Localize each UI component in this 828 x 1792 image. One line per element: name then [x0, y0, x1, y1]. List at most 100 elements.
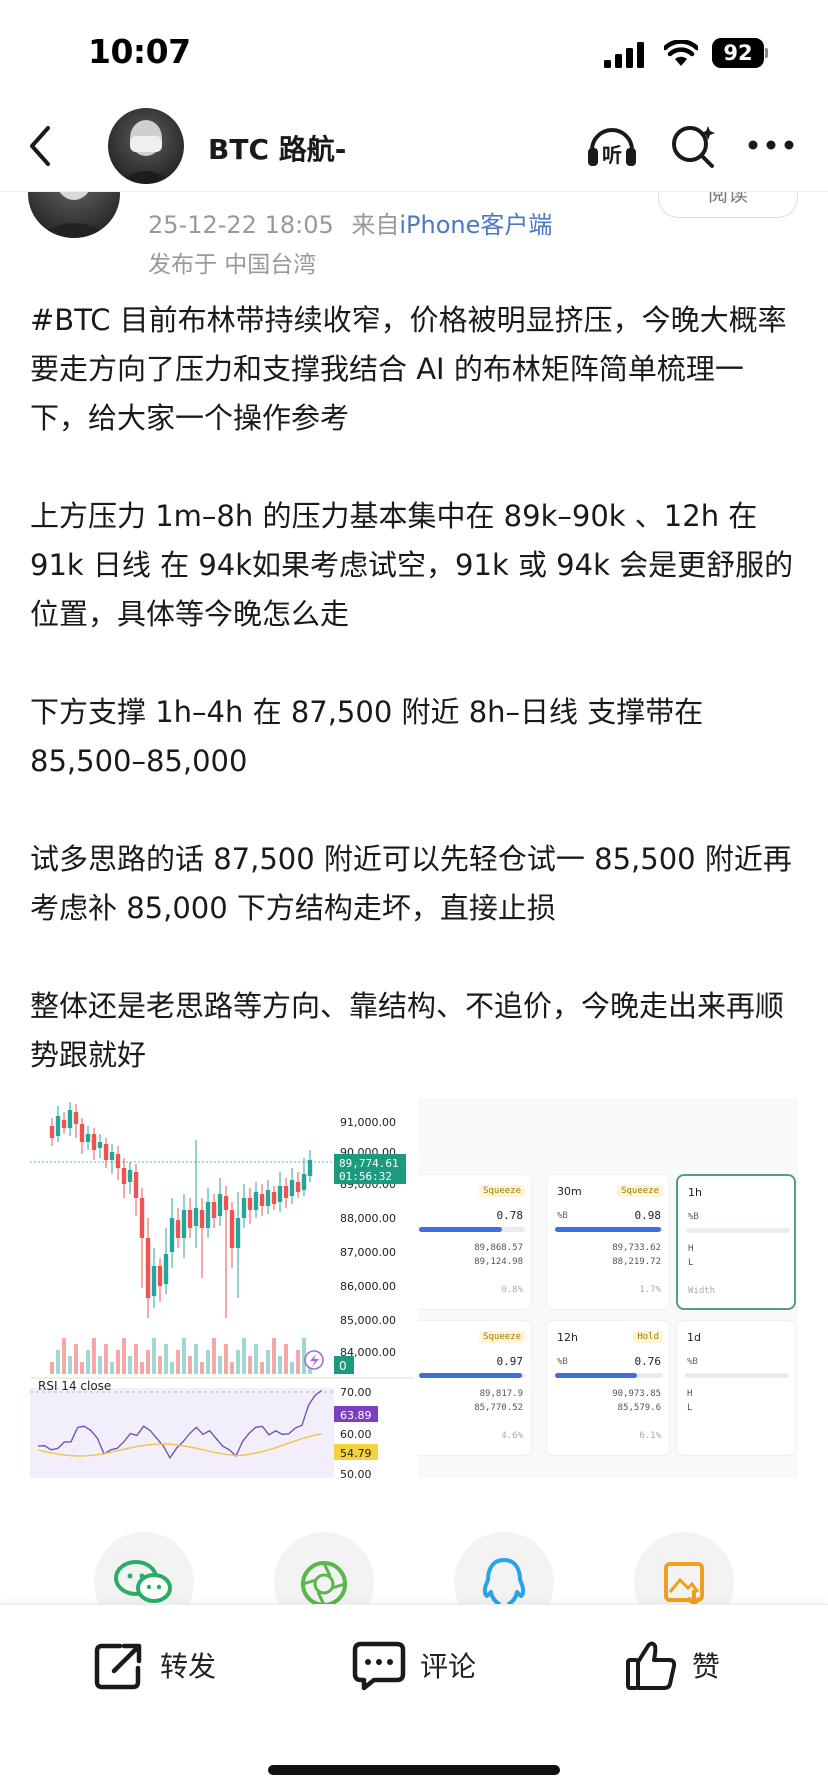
battery-icon: 92	[712, 38, 768, 68]
volume-bar	[152, 1338, 156, 1374]
volume-bar	[230, 1362, 234, 1374]
card-value: 0.97	[496, 1355, 524, 1368]
card-high: 90,973.85	[612, 1389, 661, 1399]
repost-button[interactable]: 转发	[92, 1635, 216, 1695]
volume-bar	[260, 1362, 264, 1374]
post-timestamp: 25-12-22 18:05	[148, 211, 334, 239]
price-tick: 86,000.00	[340, 1280, 396, 1293]
candle	[61, 1120, 67, 1128]
candle	[289, 1180, 295, 1196]
post-paragraph: 整体还是老思路等方向、靠结构、不追价，今晚走出来再顺势跟就好	[30, 989, 785, 1072]
matrix-card: 12h Hold %B 0.76 90,973.85 85,579.6 6.1%	[546, 1320, 670, 1456]
candle	[139, 1198, 145, 1238]
battery-level: 92	[723, 41, 753, 65]
post-meta: 25-12-22 18:05 来自iPhone客户端	[148, 205, 552, 240]
signal-icon	[604, 42, 644, 68]
candle	[151, 1266, 157, 1296]
rsi-label: RSI 14 close	[38, 1379, 111, 1393]
card-width: 6.1%	[639, 1431, 661, 1441]
post-location: 发布于 中国台湾	[148, 252, 317, 278]
volume-bar	[158, 1356, 162, 1374]
candlestick-chart: 91,000.00 90,000.00 89,000.00 88,000.00 …	[30, 1102, 414, 1478]
candle	[127, 1170, 133, 1182]
volume-bar	[188, 1356, 192, 1374]
card-bar	[555, 1373, 663, 1378]
candle	[283, 1186, 289, 1198]
volume-bar	[170, 1362, 174, 1374]
candle	[301, 1174, 307, 1190]
card-bar	[686, 1228, 790, 1233]
post-source-link[interactable]: iPhone客户端	[399, 211, 552, 239]
card-value: 0.78	[496, 1209, 524, 1222]
volume-bar	[116, 1350, 120, 1374]
volume-bar	[212, 1338, 216, 1374]
matrix-card: 1d %B H L	[676, 1320, 796, 1456]
candle	[181, 1210, 187, 1238]
card-bar	[419, 1373, 525, 1378]
wifi-icon	[664, 40, 698, 66]
candle	[247, 1198, 253, 1210]
back-icon[interactable]	[22, 122, 62, 170]
volume-bar	[68, 1356, 72, 1374]
chart-image[interactable]: 91,000.00 90,000.00 89,000.00 88,000.00 …	[30, 1098, 414, 1478]
candle	[253, 1192, 259, 1210]
volume-bar	[92, 1338, 96, 1374]
volume-bar	[266, 1350, 270, 1374]
search-icon[interactable]	[668, 120, 720, 172]
comment-icon	[352, 1641, 406, 1691]
candle	[229, 1210, 235, 1248]
candle	[67, 1110, 73, 1128]
volume-bar	[218, 1356, 222, 1374]
card-high: H	[688, 1244, 694, 1254]
volume-bar	[140, 1362, 144, 1374]
candle	[223, 1196, 229, 1210]
candle	[265, 1190, 271, 1206]
rsi-ma-value: 54.79	[340, 1447, 372, 1460]
rsi-value: 63.89	[340, 1409, 372, 1422]
volume-bar	[236, 1350, 240, 1374]
author-avatar[interactable]	[108, 108, 184, 184]
rsi-tick: 60.00	[340, 1428, 372, 1441]
card-value-label: %B	[557, 1357, 568, 1367]
card-value-label: %B	[557, 1211, 568, 1221]
candle	[295, 1182, 301, 1192]
card-low: 85,579.6	[617, 1403, 661, 1413]
candle	[175, 1220, 181, 1238]
candle	[193, 1208, 199, 1226]
volume-bar	[248, 1356, 252, 1374]
volume-bar	[176, 1350, 180, 1374]
post-content: #BTC 目前布林带持续收窄，价格被明显挤压，今晚大概率要走方向了压力和支撑我结…	[30, 296, 800, 1129]
card-timeframe: 1h	[688, 1186, 702, 1199]
candle	[109, 1152, 115, 1160]
volume-bar	[254, 1344, 258, 1374]
card-tag	[781, 1331, 789, 1333]
volume-bar	[164, 1344, 168, 1374]
candle	[211, 1202, 217, 1218]
candle	[277, 1186, 283, 1202]
more-icon[interactable]	[746, 130, 796, 160]
bottom-action-bar: 转发 评论 赞	[0, 1604, 828, 1792]
volume-bar	[56, 1350, 60, 1374]
bollinger-matrix-image[interactable]: Squeeze 0.78 89,868.57 89,124.98 0.8% 30m Sque…	[418, 1098, 798, 1478]
card-value: 0.98	[634, 1209, 662, 1222]
price-tick: 85,000.00	[340, 1314, 396, 1327]
candle	[307, 1160, 313, 1176]
status-time: 10:07	[88, 32, 191, 71]
card-low: 88,219.72	[612, 1257, 661, 1267]
card-low: 89,124.98	[474, 1257, 523, 1267]
volume-bar	[206, 1350, 210, 1374]
candle	[169, 1218, 175, 1252]
candle	[97, 1142, 103, 1148]
author-name[interactable]: BTC 路航-	[208, 128, 346, 168]
candle	[91, 1134, 97, 1150]
comment-button[interactable]: 评论	[352, 1635, 476, 1695]
like-button[interactable]: 赞	[624, 1635, 720, 1695]
card-high: H	[687, 1389, 693, 1399]
card-width: Width	[688, 1286, 716, 1296]
candle	[157, 1266, 163, 1286]
listen-icon[interactable]: 听	[584, 120, 640, 172]
card-high: 89,868.57	[474, 1243, 523, 1253]
candle-countdown: 01:56:32	[339, 1170, 392, 1183]
candle	[163, 1254, 169, 1284]
candle	[217, 1194, 223, 1216]
